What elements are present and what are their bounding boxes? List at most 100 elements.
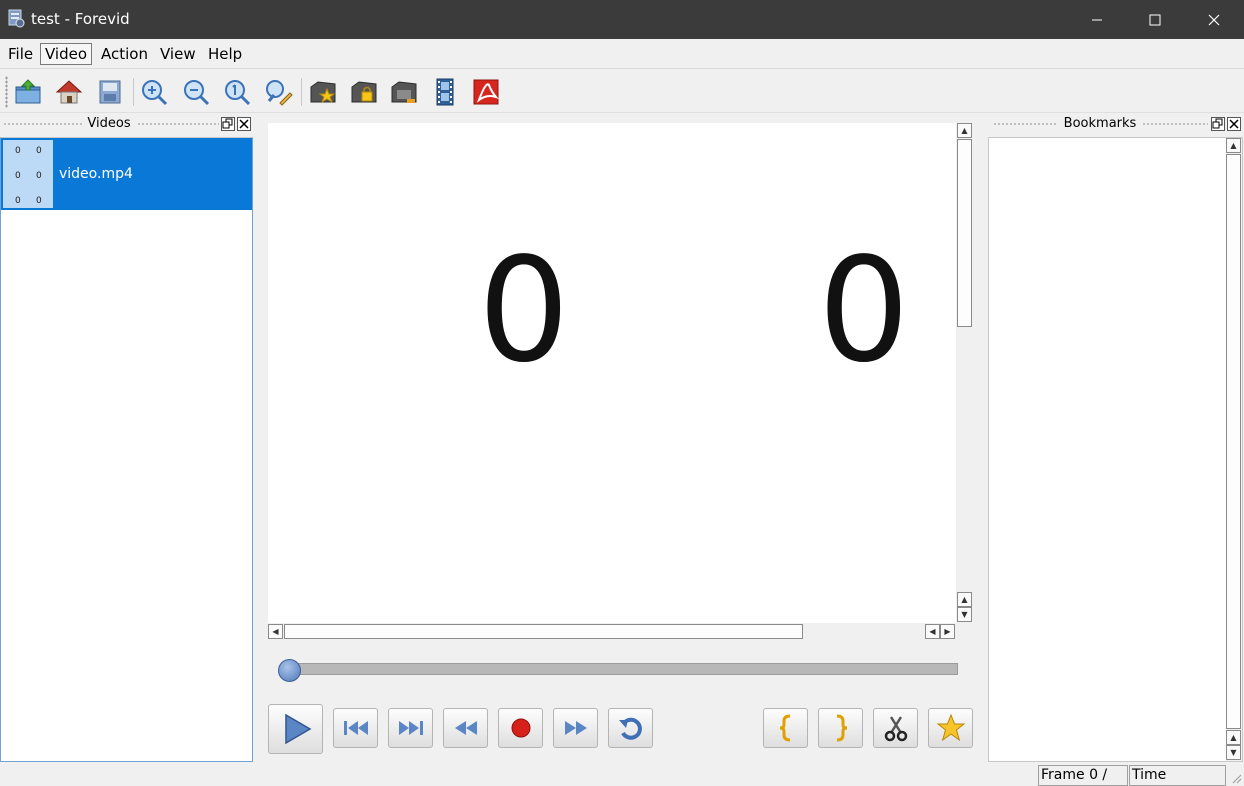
scroll-left-button[interactable]: ◀	[268, 624, 283, 639]
seek-slider-handle[interactable]	[278, 659, 301, 682]
fast-forward-icon	[564, 721, 587, 735]
vertical-scrollbar[interactable]: ▲ ▲ ▼	[957, 123, 973, 623]
menu-help[interactable]: Help	[203, 43, 247, 65]
scroll-thumb[interactable]	[957, 139, 972, 327]
zoom-out-button[interactable]	[179, 75, 213, 109]
app-icon	[8, 9, 25, 28]
zoom-in-icon	[142, 80, 168, 106]
toolbar-separator	[301, 78, 302, 106]
scroll-up-button[interactable]: ▲	[1226, 730, 1241, 745]
brace-left-icon	[779, 714, 790, 742]
list-item[interactable]: 0 0 0 0 0 0 video.mp4	[1, 138, 252, 210]
dock-grip[interactable]	[3, 122, 83, 126]
float-icon	[222, 118, 233, 129]
video-frame-view[interactable]: 0 0	[268, 123, 956, 623]
videos-list[interactable]: 0 0 0 0 0 0 video.mp4	[0, 137, 253, 762]
maximize-icon	[1149, 14, 1161, 25]
save-icon	[99, 80, 121, 104]
seek-slider-track[interactable]	[290, 663, 958, 675]
float-icon	[1212, 118, 1223, 129]
cut-button[interactable]	[873, 708, 918, 748]
scissors-icon	[884, 716, 907, 742]
play-icon	[284, 713, 311, 745]
video-name: video.mp4	[59, 166, 133, 182]
pdf-button[interactable]	[469, 75, 503, 109]
scroll-up-button[interactable]: ▲	[1226, 138, 1241, 153]
scroll-down-button[interactable]: ▼	[957, 607, 972, 622]
scroll-thumb[interactable]	[1226, 154, 1241, 729]
window-title: test - Forevid	[31, 10, 130, 28]
mark-in-button[interactable]	[763, 708, 808, 748]
bookmarks-scrollbar[interactable]: ▲ ▲ ▼	[1226, 138, 1242, 761]
clip-bookmark-button[interactable]	[387, 75, 421, 109]
zoom-reset-button[interactable]	[220, 75, 254, 109]
favorite-button[interactable]	[928, 708, 973, 748]
open-button[interactable]	[11, 75, 45, 109]
rewind-icon	[454, 721, 477, 735]
skip-start-button[interactable]	[333, 708, 378, 748]
skip-end-button[interactable]	[388, 708, 433, 748]
frame-counter: Frame 0 / 59	[1038, 765, 1128, 786]
scroll-right-button[interactable]: ▶	[940, 624, 955, 639]
videos-float-button[interactable]	[221, 117, 235, 131]
skip-back-icon	[343, 721, 368, 735]
time-counter: Time 00:00:00	[1129, 765, 1226, 786]
rewind-button[interactable]	[443, 708, 488, 748]
frame-digit-right: 0	[818, 226, 910, 394]
record-button[interactable]	[498, 708, 543, 748]
adobe-pdf-icon	[473, 79, 500, 105]
zoom-reset-icon	[225, 80, 251, 106]
scroll-left-button[interactable]: ◀	[925, 624, 940, 639]
loop-icon	[618, 717, 642, 740]
video-thumbnail: 0 0 0 0 0 0	[3, 140, 53, 208]
scroll-up-button[interactable]: ▲	[957, 123, 972, 138]
dock-grip[interactable]	[1142, 122, 1208, 126]
home-icon	[55, 80, 83, 104]
brace-right-icon	[836, 714, 847, 742]
horizontal-scrollbar[interactable]: ◀ ◀ ▶	[268, 624, 958, 640]
close-icon	[1229, 119, 1239, 129]
zoom-in-button[interactable]	[137, 75, 171, 109]
bookmark-add-icon	[310, 81, 336, 104]
videos-close-button[interactable]	[237, 117, 251, 131]
minimize-icon	[1092, 19, 1102, 20]
minimize-button[interactable]	[1068, 0, 1126, 39]
loop-button[interactable]	[608, 708, 653, 748]
zoom-fit-button[interactable]	[261, 75, 295, 109]
star-icon	[936, 713, 965, 742]
dock-grip[interactable]	[137, 122, 219, 126]
close-icon	[1208, 14, 1220, 25]
zoom-fit-icon	[266, 80, 293, 106]
home-button[interactable]	[52, 75, 86, 109]
menu-file[interactable]: File	[3, 43, 38, 65]
close-icon	[239, 119, 249, 129]
toolbar-grip[interactable]	[5, 76, 8, 108]
menu-video[interactable]: Video	[40, 43, 93, 65]
skip-forward-icon	[398, 721, 423, 735]
scroll-thumb[interactable]	[284, 624, 803, 639]
mark-out-button[interactable]	[818, 708, 863, 748]
scroll-down-button[interactable]: ▼	[1226, 745, 1241, 760]
lock-bookmark-button[interactable]	[347, 75, 381, 109]
bookmarks-list[interactable]: ▲ ▲ ▼	[988, 137, 1243, 762]
bookmarks-float-button[interactable]	[1211, 117, 1225, 131]
film-button[interactable]	[428, 75, 462, 109]
videos-panel-title: Videos	[87, 116, 131, 131]
save-button[interactable]	[93, 75, 127, 109]
title-bar: test - Forevid	[0, 0, 1244, 39]
fast-forward-button[interactable]	[553, 708, 598, 748]
bookmarks-close-button[interactable]	[1227, 117, 1241, 131]
add-bookmark-button[interactable]	[306, 75, 340, 109]
bookmarks-panel-title: Bookmarks	[1063, 116, 1137, 131]
toolbar	[0, 70, 1244, 113]
menu-view[interactable]: View	[155, 43, 201, 65]
frame-digit-left: 0	[478, 226, 570, 394]
menu-action[interactable]: Action	[96, 43, 153, 65]
close-button[interactable]	[1185, 0, 1243, 39]
resize-grip-icon[interactable]	[1230, 772, 1242, 784]
scroll-up-button[interactable]: ▲	[957, 592, 972, 607]
dock-grip[interactable]	[993, 122, 1057, 126]
play-button[interactable]	[268, 704, 323, 754]
maximize-button[interactable]	[1126, 0, 1184, 39]
menu-bar: File Video Action View Help	[0, 39, 1244, 69]
